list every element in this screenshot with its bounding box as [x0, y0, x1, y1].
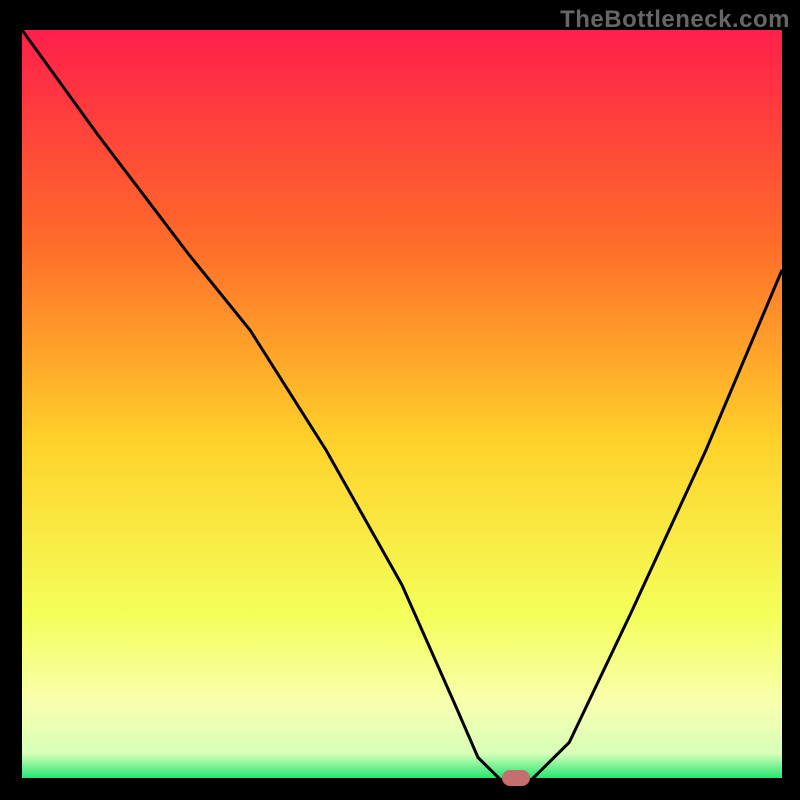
chart-frame: TheBottleneck.com [0, 0, 800, 800]
plot-area [22, 30, 782, 780]
gradient-background [22, 30, 782, 780]
optimal-marker [502, 770, 530, 786]
chart-svg [22, 30, 782, 780]
watermark-label: TheBottleneck.com [560, 6, 790, 34]
